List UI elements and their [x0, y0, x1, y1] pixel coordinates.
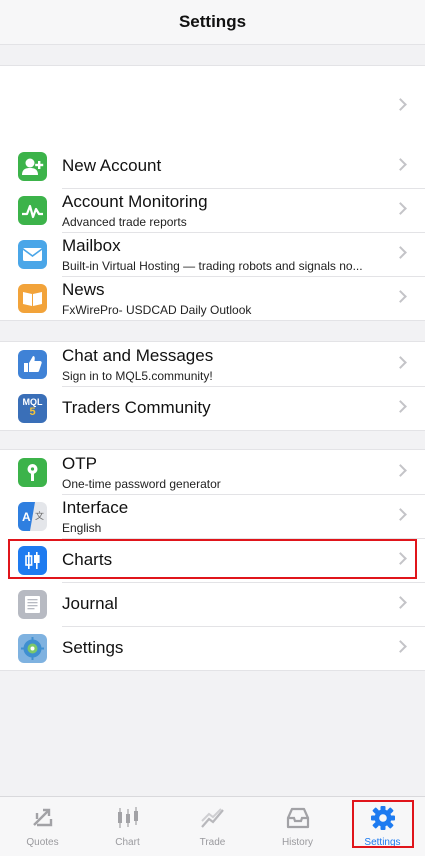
services-group: New Account Account Monitoring Advanced …: [0, 144, 425, 321]
tab-quotes[interactable]: Quotes: [0, 797, 85, 856]
interface-label: Interface: [62, 497, 129, 517]
svg-text:文: 文: [35, 510, 44, 522]
account-group: [0, 65, 425, 146]
interface-subtitle: English: [62, 520, 102, 535]
mailbox-label: Mailbox: [62, 235, 121, 255]
account-monitoring-label: Account Monitoring: [62, 191, 208, 211]
history-icon: [283, 804, 313, 832]
settings-row[interactable]: Settings: [0, 626, 425, 670]
page-title: Settings: [178, 12, 247, 31]
chat-messages-label: Chat and Messages: [62, 345, 214, 365]
chevron-right-icon: [394, 596, 407, 609]
new-account-row[interactable]: New Account: [0, 144, 425, 188]
tab-settings[interactable]: Settings: [340, 797, 425, 856]
interface-row[interactable]: A 文 Interface English: [0, 494, 425, 538]
chevron-right-icon: [394, 158, 407, 171]
tab-trade-label: Trade: [199, 837, 226, 848]
chevron-right-icon: [394, 640, 407, 653]
news-label: News: [62, 279, 105, 299]
thumbs-up-icon: [18, 349, 47, 379]
quotes-icon: [28, 804, 58, 832]
tab-chart-label: Chart: [115, 837, 140, 848]
account-monitoring-row[interactable]: Account Monitoring Advanced trade report…: [0, 188, 425, 232]
tab-bar: Quotes Chart Trade History Settings: [0, 796, 425, 856]
chevron-right-icon: [394, 290, 407, 303]
traders-community-row[interactable]: MQL 5 Traders Community: [0, 386, 425, 430]
news-subtitle: FxWirePro- USDCAD Daily Outlook: [62, 302, 252, 317]
settings-app-icon: [18, 633, 47, 663]
monitoring-icon: [18, 195, 47, 225]
otp-row[interactable]: OTP One-time password generator: [0, 450, 425, 494]
community-group: Chat and Messages Sign in to MQL5.commun…: [0, 341, 425, 431]
charts-label: Charts: [62, 550, 113, 569]
journal-icon: [18, 589, 47, 619]
chat-messages-row[interactable]: Chat and Messages Sign in to MQL5.commun…: [0, 342, 425, 386]
navigation-bar: Settings: [0, 0, 425, 45]
account-row[interactable]: [0, 66, 425, 145]
chevron-right-icon: [394, 97, 407, 111]
traders-community-label: Traders Community: [62, 398, 211, 417]
gear-icon: [368, 804, 398, 832]
chevron-right-icon: [394, 464, 407, 477]
tab-history[interactable]: History: [255, 797, 340, 856]
chevron-right-icon: [394, 202, 407, 215]
journal-label: Journal: [62, 594, 118, 613]
tab-settings-label: Settings: [364, 837, 401, 848]
tools-group: OTP One-time password generator A 文 Inte…: [0, 449, 425, 671]
tab-chart[interactable]: Chart: [85, 797, 170, 856]
news-row[interactable]: News FxWirePro- USDCAD Daily Outlook: [0, 276, 425, 320]
mail-icon: [18, 239, 47, 269]
charts-row[interactable]: Charts: [0, 538, 425, 582]
trade-icon: [198, 804, 228, 832]
journal-row[interactable]: Journal: [0, 582, 425, 626]
book-icon: [18, 283, 47, 313]
chevron-right-icon: [394, 356, 407, 369]
otp-subtitle: One-time password generator: [62, 476, 221, 491]
chart-icon: [113, 804, 143, 832]
add-user-icon: [18, 151, 47, 181]
new-account-label: New Account: [62, 156, 162, 175]
language-icon: A 文: [18, 501, 47, 531]
chevron-right-icon: [394, 508, 407, 521]
mailbox-row[interactable]: Mailbox Built-in Virtual Hosting — tradi…: [0, 232, 425, 276]
svg-text:A: A: [22, 510, 31, 524]
account-monitoring-subtitle: Advanced trade reports: [62, 214, 187, 229]
tab-history-label: History: [281, 837, 314, 848]
mailbox-subtitle: Built-in Virtual Hosting — trading robot…: [62, 258, 363, 273]
settings-label: Settings: [62, 638, 124, 657]
chat-messages-subtitle: Sign in to MQL5.community!: [62, 368, 213, 383]
tab-trade[interactable]: Trade: [170, 797, 255, 856]
key-icon: [18, 457, 47, 487]
candlestick-icon: [18, 545, 47, 575]
mql5-icon: MQL 5: [18, 393, 47, 423]
tab-quotes-label: Quotes: [26, 837, 59, 848]
chevron-right-icon: [394, 552, 407, 565]
otp-label: OTP: [62, 453, 97, 473]
chevron-right-icon: [394, 400, 407, 413]
chevron-right-icon: [394, 246, 407, 259]
